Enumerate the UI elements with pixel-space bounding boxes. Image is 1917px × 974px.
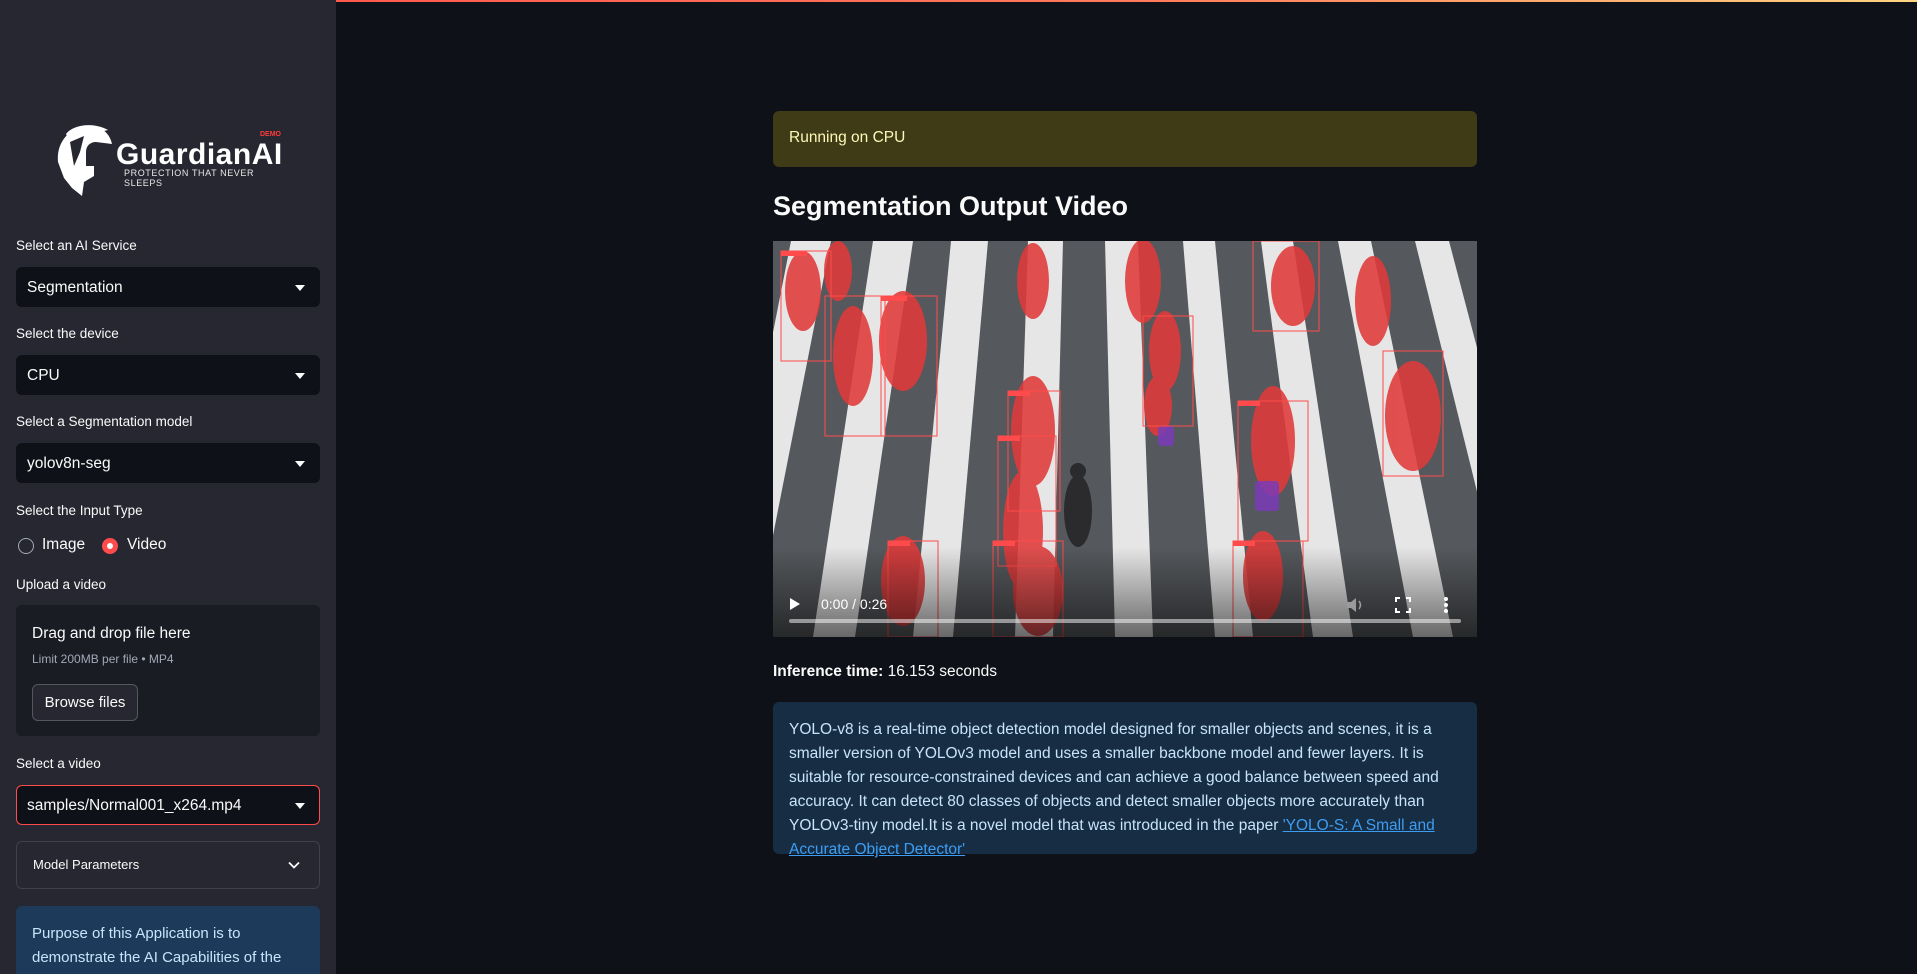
helmet-logo-icon: [57, 125, 112, 196]
service-select-value: Segmentation: [27, 279, 123, 296]
service-select[interactable]: Segmentation: [16, 267, 320, 307]
device-label: Select the device: [16, 326, 119, 341]
sidebar: DEMO GuardianAI PROTECTION THAT NEVER SL…: [0, 0, 336, 974]
brand-tagline: PROTECTION THAT NEVER SLEEPS: [124, 168, 255, 188]
video-progress-track[interactable]: [789, 619, 1461, 623]
purpose-info-box: Purpose of this Application is to demons…: [16, 906, 320, 974]
radio-video[interactable]: [102, 538, 118, 554]
service-label: Select an AI Service: [16, 238, 137, 253]
chevron-down-icon: [288, 861, 300, 869]
dropzone-limit: Limit 200MB per file • MP4: [32, 652, 174, 666]
caret-down-icon: [295, 803, 305, 809]
volume-icon[interactable]: [1346, 597, 1364, 613]
caret-down-icon: [295, 373, 305, 379]
upload-label: Upload a video: [16, 577, 107, 592]
input-type-label: Select the Input Type: [16, 503, 143, 518]
play-icon[interactable]: [789, 597, 801, 611]
radio-video-label[interactable]: Video: [127, 536, 166, 554]
model-description-box: YOLO-v8 is a real-time object detection …: [773, 702, 1477, 858]
video-select-value: samples/Normal001_x264.mp4: [27, 797, 242, 814]
model-parameters-expander[interactable]: Model Parameters: [16, 841, 320, 889]
model-select-value: yolov8n-seg: [27, 455, 111, 472]
browse-files-button[interactable]: Browse files: [32, 684, 138, 721]
radio-image-label[interactable]: Image: [42, 536, 85, 554]
caret-down-icon: [295, 461, 305, 467]
device-status-banner: Running on CPU: [773, 111, 1477, 167]
page-title: Segmentation Output Video: [773, 191, 1129, 221]
device-select-value: CPU: [27, 367, 60, 384]
demo-badge: DEMO: [260, 131, 281, 138]
dropzone-text: Drag and drop file here: [32, 625, 191, 642]
inference-time-value: 16.153 seconds: [887, 663, 998, 680]
video-controls: 0:00 / 0:26: [773, 547, 1477, 637]
output-video-player[interactable]: 0:00 / 0:26: [773, 241, 1477, 637]
inference-time: Inference time: 16.153 seconds: [773, 663, 997, 681]
inference-time-label: Inference time:: [773, 663, 884, 680]
expander-label: Model Parameters: [33, 857, 140, 872]
video-time: 0:00 / 0:26: [821, 596, 888, 612]
caret-down-icon: [295, 285, 305, 291]
more-options-icon[interactable]: [1443, 596, 1449, 614]
model-select[interactable]: yolov8n-seg: [16, 443, 320, 483]
brand-name: GuardianAI: [116, 138, 283, 171]
radio-image[interactable]: [18, 538, 34, 554]
model-label: Select a Segmentation model: [16, 414, 193, 429]
device-select[interactable]: CPU: [16, 355, 320, 395]
fullscreen-icon[interactable]: [1395, 597, 1411, 613]
logo: DEMO GuardianAI PROTECTION THAT NEVER SL…: [50, 118, 290, 198]
video-select[interactable]: samples/Normal001_x264.mp4: [16, 785, 320, 825]
video-select-label: Select a video: [16, 756, 101, 771]
file-dropzone[interactable]: Drag and drop file here Limit 200MB per …: [16, 605, 320, 736]
